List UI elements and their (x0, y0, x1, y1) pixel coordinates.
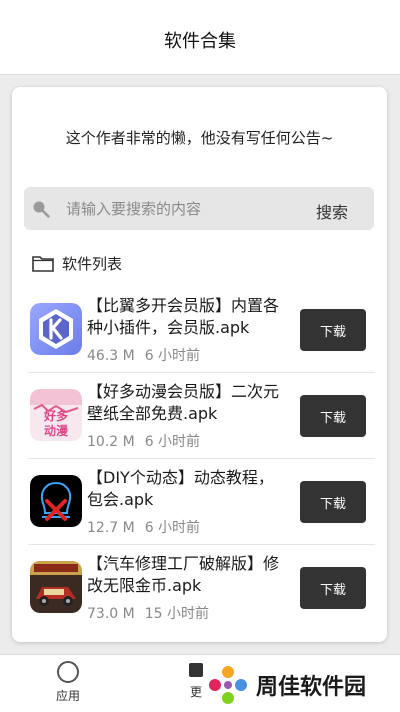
k-app-icon (30, 303, 82, 355)
item-time: 6 小时前 (144, 520, 201, 536)
folder-icon (32, 256, 54, 272)
list-item[interactable]: 【DIY个动态】动态教程，包会.apk 12.7 M 6 小时前 下载 (12, 459, 387, 545)
watermark-text: 周佳软件园 (256, 675, 367, 700)
list-item[interactable]: 好多 动漫 【好多动漫会员版】二次元壁纸全部免费.apk 10.2 M 6 小时前… (12, 373, 387, 459)
car-game-icon (30, 561, 82, 613)
svg-text:好多: 好多 (43, 408, 68, 423)
download-button[interactable]: 下载 (300, 567, 366, 609)
item-size: 10.2 M (87, 434, 135, 450)
item-meta: 12.7 M 6 小时前 (87, 517, 200, 537)
search-bar[interactable]: 请输入要搜索的内容 搜索 (24, 187, 374, 230)
item-time: 6 小时前 (144, 348, 201, 364)
search-input[interactable]: 请输入要搜索的内容 (66, 198, 201, 219)
item-meta: 46.3 M 6 小时前 (87, 345, 200, 365)
item-time: 6 小时前 (144, 434, 201, 450)
item-time: 15 小时前 (144, 606, 209, 622)
watermark-logo-icon (209, 666, 247, 704)
anime-app-icon: 好多 动漫 (30, 389, 82, 441)
watermark: 周佳软件园 (206, 660, 396, 710)
item-size: 46.3 M (87, 348, 135, 364)
more-icon (189, 663, 203, 677)
list-heading-label: 软件列表 (62, 254, 123, 273)
top-header: 软件合集 (0, 0, 400, 75)
item-name: 【汽车修理工厂破解版】修改无限金币.apk (87, 554, 280, 595)
item-name: 【比翼多开会员版】内置各种小插件，会员版.apk (87, 296, 280, 337)
content-card: 这个作者非常的懒，他没有写任何公告~ 请输入要搜索的内容 搜索 软件列表 【比翼… (12, 87, 387, 642)
page-title: 软件合集 (164, 31, 236, 52)
item-size: 12.7 M (87, 520, 135, 536)
item-name: 【DIY个动态】动态教程，包会.apk (87, 468, 274, 509)
nav-apps-label: 应用 (55, 689, 80, 703)
nav-more-tab[interactable]: 更 (186, 661, 206, 700)
apps-circle-icon (57, 661, 79, 683)
software-list-heading: 软件列表 (32, 251, 122, 275)
diy-app-icon (30, 475, 82, 527)
nav-apps-tab[interactable]: 应用 (48, 661, 88, 704)
item-size: 73.0 M (87, 606, 135, 622)
search-button[interactable]: 搜索 (316, 199, 348, 223)
download-button[interactable]: 下载 (300, 309, 366, 351)
nav-more-label: 更 (189, 685, 202, 699)
search-icon (33, 201, 50, 218)
item-name: 【好多动漫会员版】二次元壁纸全部免费.apk (87, 382, 280, 423)
download-button[interactable]: 下载 (300, 481, 366, 523)
item-meta: 73.0 M 15 小时前 (87, 603, 209, 623)
svg-text:动漫: 动漫 (44, 423, 69, 438)
announcement-text: 这个作者非常的懒，他没有写任何公告~ (65, 129, 334, 147)
download-button[interactable]: 下载 (300, 395, 366, 437)
item-meta: 10.2 M 6 小时前 (87, 431, 200, 451)
list-item[interactable]: 【比翼多开会员版】内置各种小插件，会员版.apk 46.3 M 6 小时前 下载 (12, 287, 387, 373)
list-item[interactable]: 【汽车修理工厂破解版】修改无限金币.apk 73.0 M 15 小时前 下载 (12, 545, 387, 631)
